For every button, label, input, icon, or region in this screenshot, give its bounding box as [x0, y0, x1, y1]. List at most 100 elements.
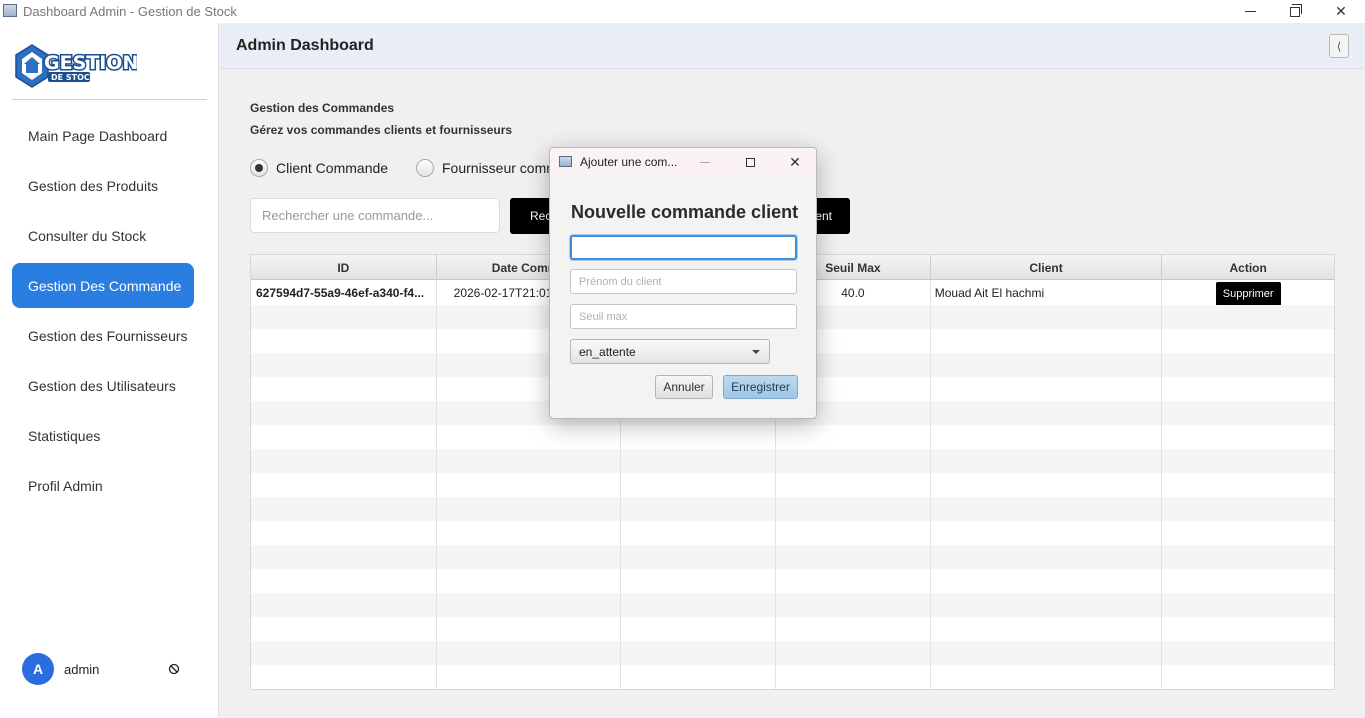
- close-button[interactable]: ✕: [1318, 0, 1364, 23]
- sidebar-item-main-dashboard[interactable]: Main Page Dashboard: [12, 113, 194, 158]
- table-cell-empty: [1162, 305, 1334, 329]
- table-row-empty[interactable]: [251, 545, 1334, 569]
- radio-fournisseur-label: Fournisseur comm: [442, 160, 558, 176]
- radio-selected-icon: [250, 159, 268, 177]
- table-cell-empty: [776, 473, 931, 497]
- table-cell-empty: [251, 521, 437, 545]
- table-cell-empty: [437, 569, 622, 593]
- minimize-icon: [1244, 11, 1256, 12]
- radio-client-label: Client Commande: [276, 160, 389, 176]
- table-cell-empty: [251, 353, 437, 377]
- table-cell-empty: [776, 449, 931, 473]
- table-cell-empty: [1162, 353, 1334, 377]
- table-cell-empty: [621, 617, 777, 641]
- search-input[interactable]: [250, 198, 500, 233]
- seuil-max-field[interactable]: [570, 304, 797, 329]
- window-titlebar: Dashboard Admin - Gestion de Stock ✕: [0, 0, 1365, 23]
- column-header-client[interactable]: Client: [931, 255, 1163, 280]
- section-subtitle: Gérez vos commandes clients et fournisse…: [250, 123, 513, 137]
- close-icon: ✕: [1335, 3, 1347, 19]
- app-icon: [3, 4, 17, 17]
- restore-icon: [1290, 3, 1302, 17]
- table-row-empty[interactable]: [251, 617, 1334, 641]
- table-cell-empty: [1162, 449, 1334, 473]
- table-cell-empty: [1162, 617, 1334, 641]
- table-cell-empty: [1162, 377, 1334, 401]
- table-cell-empty: [931, 569, 1163, 593]
- table-row-empty[interactable]: [251, 569, 1334, 593]
- table-row-empty[interactable]: [251, 425, 1334, 449]
- sidebar-item-fournisseurs[interactable]: Gestion des Fournisseurs: [12, 313, 194, 358]
- table-cell-empty: [931, 305, 1163, 329]
- prenom-field[interactable]: [570, 269, 797, 294]
- sidebar-item-utilisateurs[interactable]: Gestion des Utilisateurs: [12, 363, 194, 408]
- table-cell-empty: [931, 593, 1163, 617]
- minimize-button[interactable]: [1227, 0, 1273, 23]
- sidebar-item-stock[interactable]: Consulter du Stock: [12, 213, 194, 258]
- radio-client-commande[interactable]: Client Commande: [250, 158, 388, 178]
- table-cell-empty: [931, 665, 1163, 689]
- table-cell-empty: [251, 569, 437, 593]
- avatar: A: [22, 653, 54, 685]
- section-title: Gestion des Commandes: [250, 101, 395, 115]
- user-name: admin: [64, 661, 100, 677]
- svg-text:DE STOCK: DE STOCK: [51, 73, 97, 82]
- dialog-minimize-button[interactable]: [682, 148, 728, 176]
- sidebar-item-profil[interactable]: Profil Admin: [12, 463, 194, 508]
- table-cell-empty: [251, 617, 437, 641]
- table-cell-empty: [931, 353, 1163, 377]
- delete-button[interactable]: Supprimer: [1215, 282, 1281, 305]
- table-cell-empty: [251, 665, 437, 689]
- column-header-id[interactable]: ID: [251, 255, 437, 280]
- dialog-title: Ajouter une com...: [580, 155, 678, 169]
- table-cell-empty: [251, 545, 437, 569]
- table-row-empty[interactable]: [251, 641, 1334, 665]
- table-cell-empty: [437, 425, 622, 449]
- table-cell-empty: [621, 521, 777, 545]
- maximize-icon: [745, 157, 755, 167]
- status-select[interactable]: en_attente: [570, 339, 770, 364]
- table-row-empty[interactable]: [251, 449, 1334, 473]
- column-header-action[interactable]: Action: [1162, 255, 1334, 280]
- collapse-button[interactable]: ⟨: [1329, 34, 1349, 58]
- table-row-empty[interactable]: [251, 593, 1334, 617]
- table-cell-empty: [776, 497, 931, 521]
- dialog-app-icon: [559, 156, 572, 167]
- dialog-maximize-button[interactable]: [727, 148, 773, 176]
- table-cell-empty: [776, 641, 931, 665]
- table-cell-empty: [931, 329, 1163, 353]
- table-cell-empty: [1162, 569, 1334, 593]
- radio-fournisseur-commande[interactable]: Fournisseur comm: [416, 158, 558, 178]
- window-title: Dashboard Admin - Gestion de Stock: [23, 4, 237, 19]
- restore-button[interactable]: [1272, 0, 1318, 23]
- table-row-empty[interactable]: [251, 497, 1334, 521]
- sidebar-item-statistiques[interactable]: Statistiques: [12, 413, 194, 458]
- table-cell-empty: [776, 521, 931, 545]
- table-cell-empty: [437, 545, 622, 569]
- sidebar-item-produits[interactable]: Gestion des Produits: [12, 163, 194, 208]
- table-cell-empty: [931, 449, 1163, 473]
- status-select-value: en_attente: [579, 344, 636, 359]
- chevron-left-icon: ⟨: [1336, 40, 1342, 53]
- table-cell-empty: [931, 545, 1163, 569]
- table-cell-empty: [437, 617, 622, 641]
- app-logo: GESTION DE STOCK: [15, 44, 137, 88]
- close-icon: ✕: [789, 153, 801, 170]
- dialog-heading: Nouvelle commande client: [571, 202, 799, 222]
- cell-id: 627594d7-55a9-46ef-a340-f4...: [251, 281, 437, 305]
- table-cell-empty: [437, 593, 622, 617]
- dialog-close-button[interactable]: ✕: [772, 148, 816, 176]
- table-cell-empty: [621, 449, 777, 473]
- table-cell-empty: [251, 641, 437, 665]
- cancel-button[interactable]: Annuler: [655, 375, 713, 399]
- radio-unselected-icon: [416, 159, 434, 177]
- sidebar-item-commandes[interactable]: Gestion Des Commande: [12, 263, 194, 308]
- logout-icon[interactable]: [168, 663, 180, 675]
- client-name-field[interactable]: [570, 235, 797, 260]
- table-cell-empty: [621, 665, 777, 689]
- save-button[interactable]: Enregistrer: [723, 375, 798, 399]
- table-row-empty[interactable]: [251, 521, 1334, 545]
- table-row-empty[interactable]: [251, 473, 1334, 497]
- table-cell-empty: [251, 473, 437, 497]
- table-row-empty[interactable]: [251, 665, 1334, 689]
